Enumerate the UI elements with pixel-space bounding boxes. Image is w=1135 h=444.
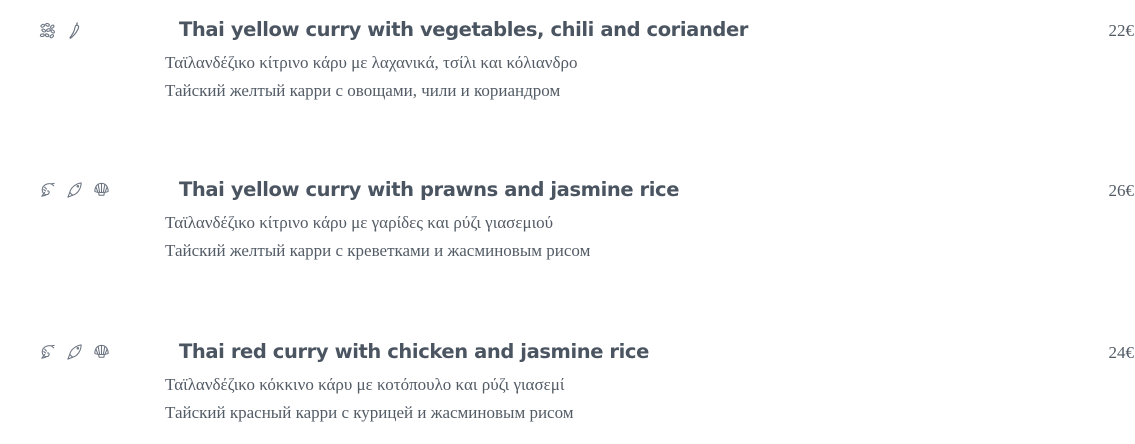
shellfish-icon bbox=[92, 181, 111, 200]
dish-price: 24€ bbox=[1108, 343, 1135, 362]
shrimp-icon bbox=[38, 343, 57, 362]
fish-icon bbox=[65, 343, 84, 362]
allergen-icons bbox=[38, 340, 111, 364]
menu-item: Thai yellow curry with vegetables, chili… bbox=[0, 12, 1135, 122]
dish-description-greek: Ταϊλανδέζικο κίτρινο κάρυ με λαχανικά, τ… bbox=[165, 53, 578, 72]
dish-title: Thai red curry with chicken and jasmine … bbox=[179, 340, 649, 363]
shellfish-icon bbox=[92, 343, 111, 362]
dish-title: Thai yellow curry with prawns and jasmin… bbox=[179, 178, 680, 201]
menu-list: Thai yellow curry with vegetables, chili… bbox=[0, 0, 1135, 426]
dish-description-greek: Ταϊλανδέζικο κίτρινο κάρυ με γαρίδες και… bbox=[165, 213, 554, 232]
menu-item: Thai yellow curry with prawns and jasmin… bbox=[0, 172, 1135, 282]
sesame-icon bbox=[38, 21, 57, 40]
shrimp-icon bbox=[38, 181, 57, 200]
dish-title: Thai yellow curry with vegetables, chili… bbox=[179, 18, 749, 41]
menu-item: Thai red curry with chicken and jasmine … bbox=[0, 334, 1135, 444]
dish-price: 26€ bbox=[1108, 181, 1135, 200]
dish-description-russian: Тайский желтый карри с креветками и жасм… bbox=[165, 241, 591, 260]
allergen-icons bbox=[38, 18, 84, 42]
allergen-icons bbox=[38, 178, 111, 202]
dish-description-russian: Тайский красный карри с курицей и жасмин… bbox=[165, 403, 574, 422]
dish-price: 22€ bbox=[1108, 21, 1135, 40]
dish-description-greek: Ταϊλανδέζικο κόκκινο κάρυ με κοτόπουλο κ… bbox=[165, 375, 565, 394]
fish-icon bbox=[65, 181, 84, 200]
chili-icon bbox=[65, 21, 84, 40]
dish-description-russian: Тайский желтый карри с овощами, чили и к… bbox=[165, 81, 561, 100]
